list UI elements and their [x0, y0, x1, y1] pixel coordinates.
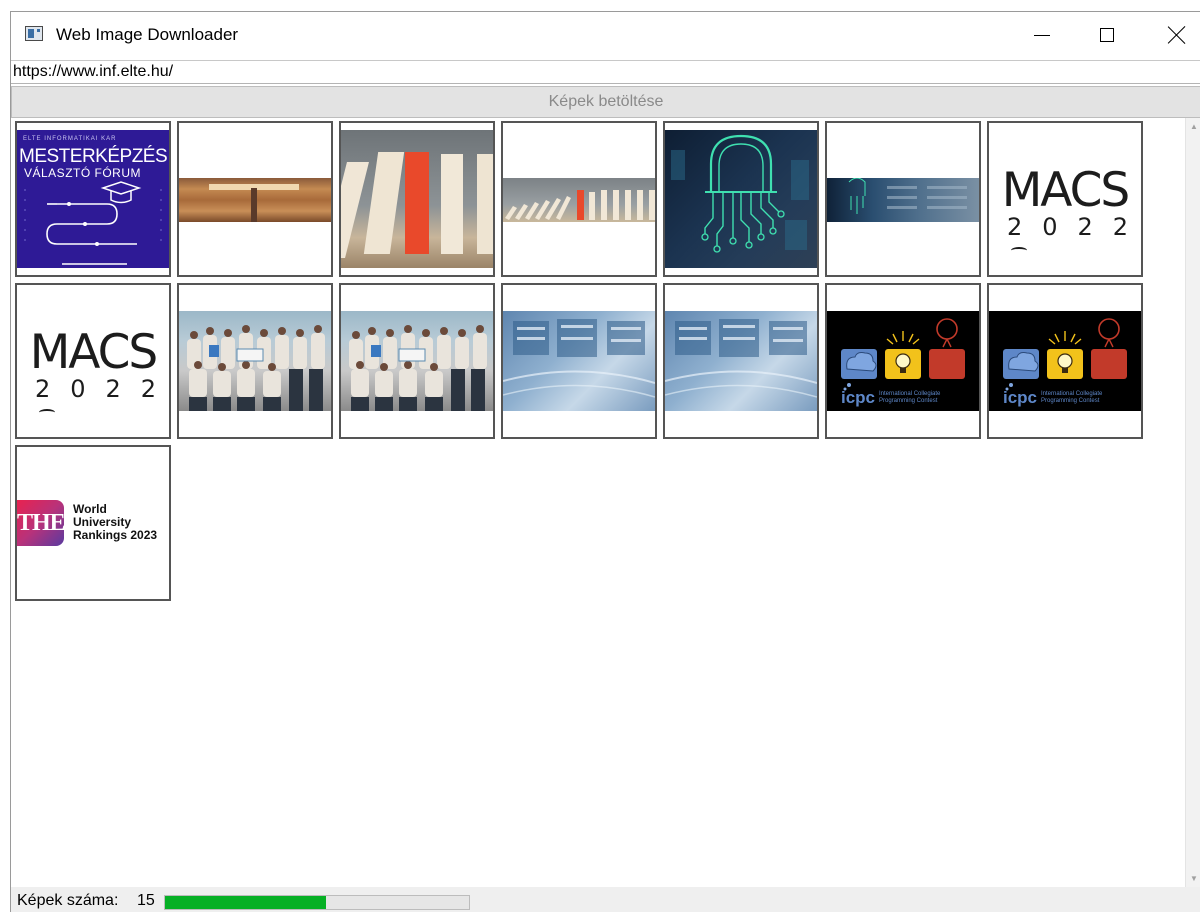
icpc-logo: icpc International Collegiate Programmin…: [827, 311, 979, 411]
image-thumbnail[interactable]: [339, 121, 495, 277]
image-thumbnail[interactable]: MACS 2022: [15, 283, 171, 439]
macs-logo-title: MACS: [1001, 163, 1131, 218]
image-thumbnail[interactable]: MACS 2022: [987, 121, 1143, 277]
padlock-circuit-icon: [671, 134, 809, 253]
scroll-up-icon[interactable]: ▲: [1190, 122, 1198, 131]
domino-row-photo: [503, 178, 655, 222]
team-photo: [179, 311, 331, 411]
server-strip-graphic-icon: [848, 178, 967, 214]
icpc-caption: International Collegiate Programming Con…: [1041, 391, 1103, 404]
vertical-scrollbar[interactable]: ▲ ▼: [1185, 118, 1200, 887]
load-images-button[interactable]: Képek betöltése: [11, 86, 1200, 118]
datacenter-photo: [503, 311, 655, 411]
macs-logo-year: 2022: [1007, 213, 1141, 241]
image-thumbnail[interactable]: [501, 121, 657, 277]
image-thumbnail[interactable]: [501, 283, 657, 439]
image-count-value: 15: [137, 892, 155, 909]
icpc-logo-text: icpc: [841, 388, 876, 407]
image-thumbnail[interactable]: THE World University Rankings 2023: [15, 445, 171, 601]
the-logo-badge: THE: [17, 500, 66, 546]
image-thumbnail[interactable]: [663, 121, 819, 277]
domino-row-graphic-icon: [505, 190, 655, 220]
maximize-icon: [1100, 28, 1114, 42]
datacenter-photo: [665, 311, 817, 411]
dominoes-photo: [341, 130, 493, 268]
the-logo-text: THE: [17, 510, 66, 536]
image-thumbnail[interactable]: [825, 121, 981, 277]
app-window-icon: [25, 26, 43, 41]
the-line-3: Rankings 2023: [73, 528, 158, 542]
datacenter-graphic-icon: [665, 319, 817, 398]
forum-poster: ELTE INFORMATIKAI KAR MESTERKÉPZÉS VÁLAS…: [17, 130, 169, 268]
macs-logo-year: 2022: [35, 375, 169, 403]
team-people-graphic-icon: [187, 325, 325, 411]
image-thumbnail[interactable]: icpc International Collegiate Programmin…: [825, 283, 981, 439]
image-thumbnail[interactable]: ELTE INFORMATIKAI KAR MESTERKÉPZÉS VÁLAS…: [15, 121, 171, 277]
forum-title: MESTERKÉPZÉS: [19, 146, 168, 167]
forum-header: ELTE INFORMATIKAI KAR: [23, 136, 117, 142]
image-thumbnail[interactable]: [177, 121, 333, 277]
the-line-2: University: [73, 515, 132, 529]
macs-logo: MACS 2022: [17, 285, 169, 437]
image-thumbnail[interactable]: icpc International Collegiate Programmin…: [987, 283, 1143, 439]
app-window: Web Image Downloader Képek betöltése: [10, 11, 1200, 912]
scroll-down-icon[interactable]: ▼: [1190, 874, 1198, 883]
auditorium-photo: [179, 178, 331, 222]
forum-subtitle: VÁLASZTÓ FÓRUM: [24, 166, 142, 180]
team-people-graphic-icon: [349, 325, 487, 411]
lock-photo: [665, 130, 817, 268]
window-title: Web Image Downloader: [56, 25, 239, 44]
minimize-icon: [1034, 34, 1050, 36]
datacenter-graphic-icon: [503, 319, 655, 398]
icpc-caption: International Collegiate Programming Con…: [879, 391, 941, 404]
close-button[interactable]: [1142, 12, 1200, 58]
icpc-logo-text: icpc: [1003, 388, 1038, 407]
image-thumbnail[interactable]: [177, 283, 333, 439]
icpc-logo: icpc International Collegiate Programmin…: [989, 311, 1141, 411]
image-thumbnail[interactable]: [339, 283, 495, 439]
url-input[interactable]: [11, 60, 1200, 84]
progress-bar: [164, 895, 470, 910]
maximize-button[interactable]: [1072, 12, 1142, 58]
team-photo: [341, 311, 493, 411]
the-rankings-logo: THE World University Rankings 2023: [17, 447, 169, 599]
image-thumbnail[interactable]: [663, 283, 819, 439]
the-line-1: World: [73, 502, 107, 516]
minimize-button[interactable]: [1007, 12, 1077, 58]
server-photo: [827, 178, 979, 222]
close-icon: [1168, 26, 1186, 44]
image-grid: ELTE INFORMATIKAI KAR MESTERKÉPZÉS VÁLAS…: [11, 118, 1185, 887]
macs-logo: MACS 2022: [989, 123, 1141, 275]
status-bar: Képek száma: 15: [11, 887, 1200, 912]
progress-fill: [165, 896, 327, 909]
image-count-label: Képek száma:: [17, 892, 119, 909]
macs-logo-title: MACS: [29, 325, 159, 380]
title-bar[interactable]: Web Image Downloader: [11, 12, 1200, 58]
